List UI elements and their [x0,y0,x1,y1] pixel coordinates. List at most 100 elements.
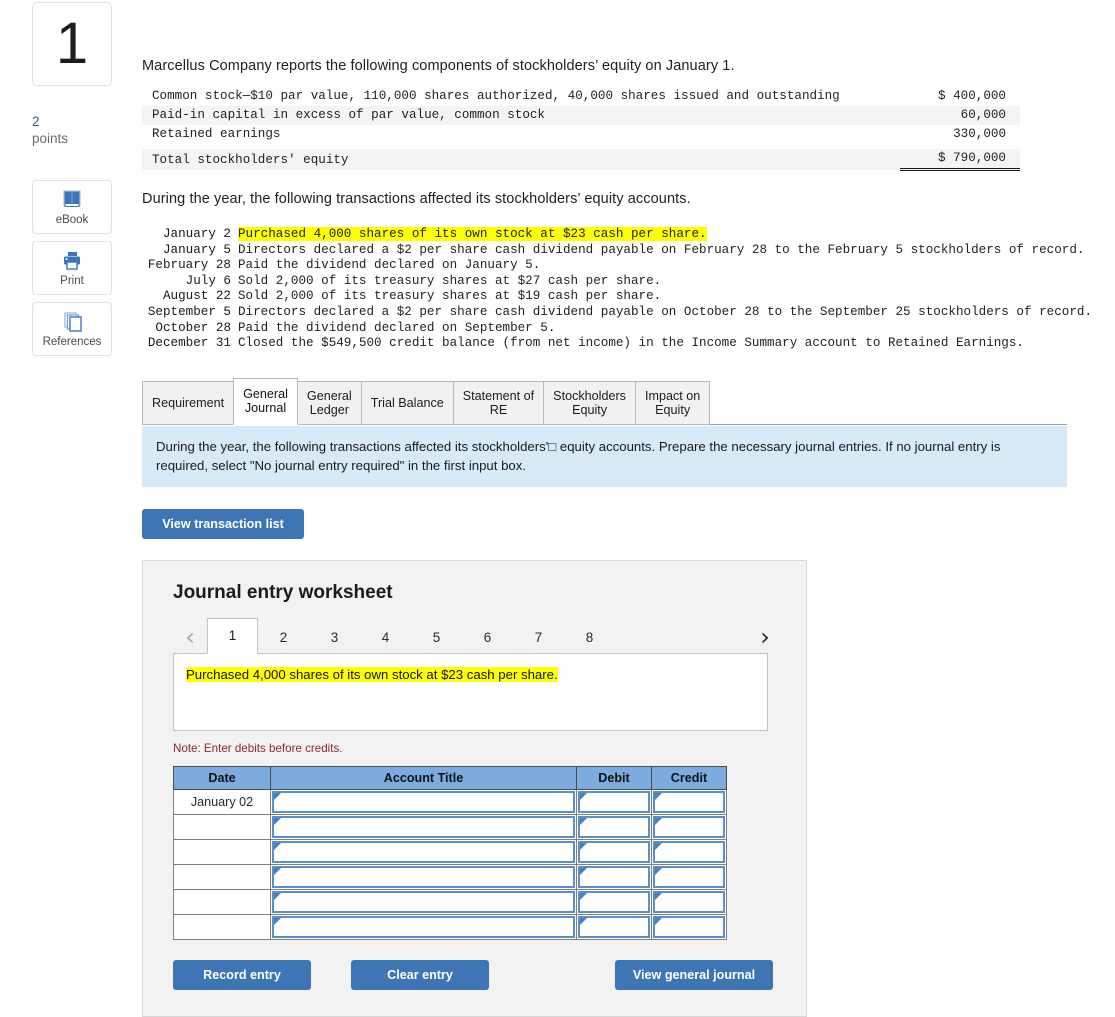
table-row: Common stock—$10 par value, 110,000 shar… [142,87,1020,106]
tab-general-journal[interactable]: General Journal [233,377,298,425]
transaction-text-value: Sold 2,000 of its treasury shares at $19… [238,289,662,304]
journal-debit-cell [576,863,652,890]
account-title-input[interactable] [272,790,575,813]
print-button[interactable]: Print [32,241,112,295]
debit-input[interactable] [578,865,650,888]
question-number: 1 [55,11,89,76]
equity-row-amount: 60,000 [960,108,1006,122]
ebook-icon [60,189,84,211]
journal-date-cell[interactable] [173,913,271,940]
column-header-debit: Debit [576,765,652,790]
column-header-account: Account Title [270,765,577,790]
transaction-text: Closed the $549,500 credit balance (from… [238,336,1092,352]
transaction-row: January 2 Purchased 4,000 shares of its o… [142,227,1092,243]
account-title-input[interactable] [272,890,575,913]
journal-entry-worksheet-panel: Journal entry worksheet ‹ 12345678 › Pur… [142,559,807,1017]
printer-icon [60,250,84,272]
debit-input[interactable] [578,815,650,838]
journal-date-cell[interactable] [173,813,271,840]
pager-page-5[interactable]: 5 [411,621,462,654]
tab-label: Requirement [152,395,225,410]
journal-entry-header-row: Date Account Title Debit Credit [173,765,727,790]
transaction-date: January 5 [162,242,231,257]
transaction-text: Directors declared a $2 per share cash d… [238,305,1092,321]
pager-page-6[interactable]: 6 [462,621,513,654]
credit-input[interactable] [653,840,725,863]
worksheet-pager: ‹ 12345678 › [173,617,786,654]
account-title-input[interactable] [272,840,575,863]
pager-next-icon[interactable]: › [748,620,782,654]
stockholders-equity-table: Common stock—$10 par value, 110,000 shar… [142,87,1020,171]
journal-debit-cell [576,813,652,840]
journal-entry-table: Date Account Title Debit Credit January … [173,765,727,940]
transaction-row: July 6 Sold 2,000 of its treasury shares … [142,274,1092,290]
credit-input[interactable] [653,915,725,938]
journal-debit-cell [576,888,652,915]
pager-page-2[interactable]: 2 [258,621,309,654]
pager-page-4[interactable]: 4 [360,621,411,654]
credit-input[interactable] [653,790,725,813]
account-title-input[interactable] [272,815,575,838]
worksheet-action-buttons: Record entry Clear entry View general jo… [173,959,773,990]
credit-input[interactable] [653,890,725,913]
journal-date-cell[interactable] [173,863,271,890]
equity-row-amount: 330,000 [953,127,1006,141]
account-title-input[interactable] [272,915,575,938]
transaction-text-value: Paid the dividend declared on January 5. [238,258,541,273]
tab-general-ledger[interactable]: General Ledger [296,380,362,425]
account-title-input[interactable] [272,865,575,888]
question-sidebar: 1 2 points eBook Print References [0,0,138,970]
equity-row-label: Retained earnings [152,127,281,141]
pager-prev-icon[interactable]: ‹ [173,620,207,654]
tab-stockholders-equity[interactable]: Stockholders Equity [543,380,636,425]
pager-page-7[interactable]: 7 [513,621,564,654]
tab-label: Trial Balance [370,395,444,410]
table-row [173,913,727,940]
journal-account-title-cell [270,788,577,815]
debit-input[interactable] [578,840,650,863]
transaction-row: August 22 Sold 2,000 of its treasury shar… [142,289,1092,305]
points-block: 2 points [32,113,122,147]
references-icon [60,311,84,333]
journal-date-cell[interactable] [173,888,271,915]
debit-input[interactable] [578,790,650,813]
transaction-text: Purchased 4,000 shares of its own stock … [238,227,1092,243]
references-button[interactable]: References [32,302,112,356]
table-row-total: Total stockholders' equity $ 790,000 [142,149,1020,171]
credit-input[interactable] [653,865,725,888]
record-entry-button[interactable]: Record entry [173,959,311,990]
tab-impact-on-equity[interactable]: Impact on Equity [634,380,711,425]
print-label: Print [60,274,84,287]
journal-date-cell[interactable] [173,838,271,865]
table-row: January 02 [173,788,727,815]
view-general-journal-button[interactable]: View general journal [615,959,773,990]
equity-row-label: Common stock—$10 par value, 110,000 shar… [152,89,840,103]
worksheet-note: Note: Enter debits before credits. [173,741,343,755]
journal-account-title-cell [270,813,577,840]
pager-page-1[interactable]: 1 [207,617,258,654]
tab-trial-balance[interactable]: Trial Balance [360,380,454,425]
journal-credit-cell [651,813,727,840]
debit-input[interactable] [578,915,650,938]
pager-page-8[interactable]: 8 [564,621,615,654]
tab-statement-of-re[interactable]: Statement of RE [452,380,545,425]
journal-date-cell[interactable]: January 02 [173,788,271,815]
tab-label: General Journal [243,387,288,416]
worksheet-transaction-text: Purchased 4,000 shares of its own stock … [186,666,558,682]
tab-requirement[interactable]: Requirement [142,380,235,425]
view-transaction-list-button[interactable]: View transaction list [142,508,304,539]
question-number-box: 1 [32,2,112,86]
debit-input[interactable] [578,890,650,913]
credit-input[interactable] [653,815,725,838]
journal-account-title-cell [270,838,577,865]
tab-label: Impact on Equity [644,388,701,417]
journal-credit-cell [651,788,727,815]
transaction-date: September 5 [147,304,231,319]
journal-account-title-cell [270,888,577,915]
clear-entry-button[interactable]: Clear entry [351,959,489,990]
transaction-text: Paid the dividend declared on September … [238,321,1092,337]
pager-page-3[interactable]: 3 [309,621,360,654]
ebook-button[interactable]: eBook [32,180,112,234]
tab-label: General Ledger [306,388,352,417]
journal-entry-head: Date Account Title Debit Credit [173,765,727,790]
